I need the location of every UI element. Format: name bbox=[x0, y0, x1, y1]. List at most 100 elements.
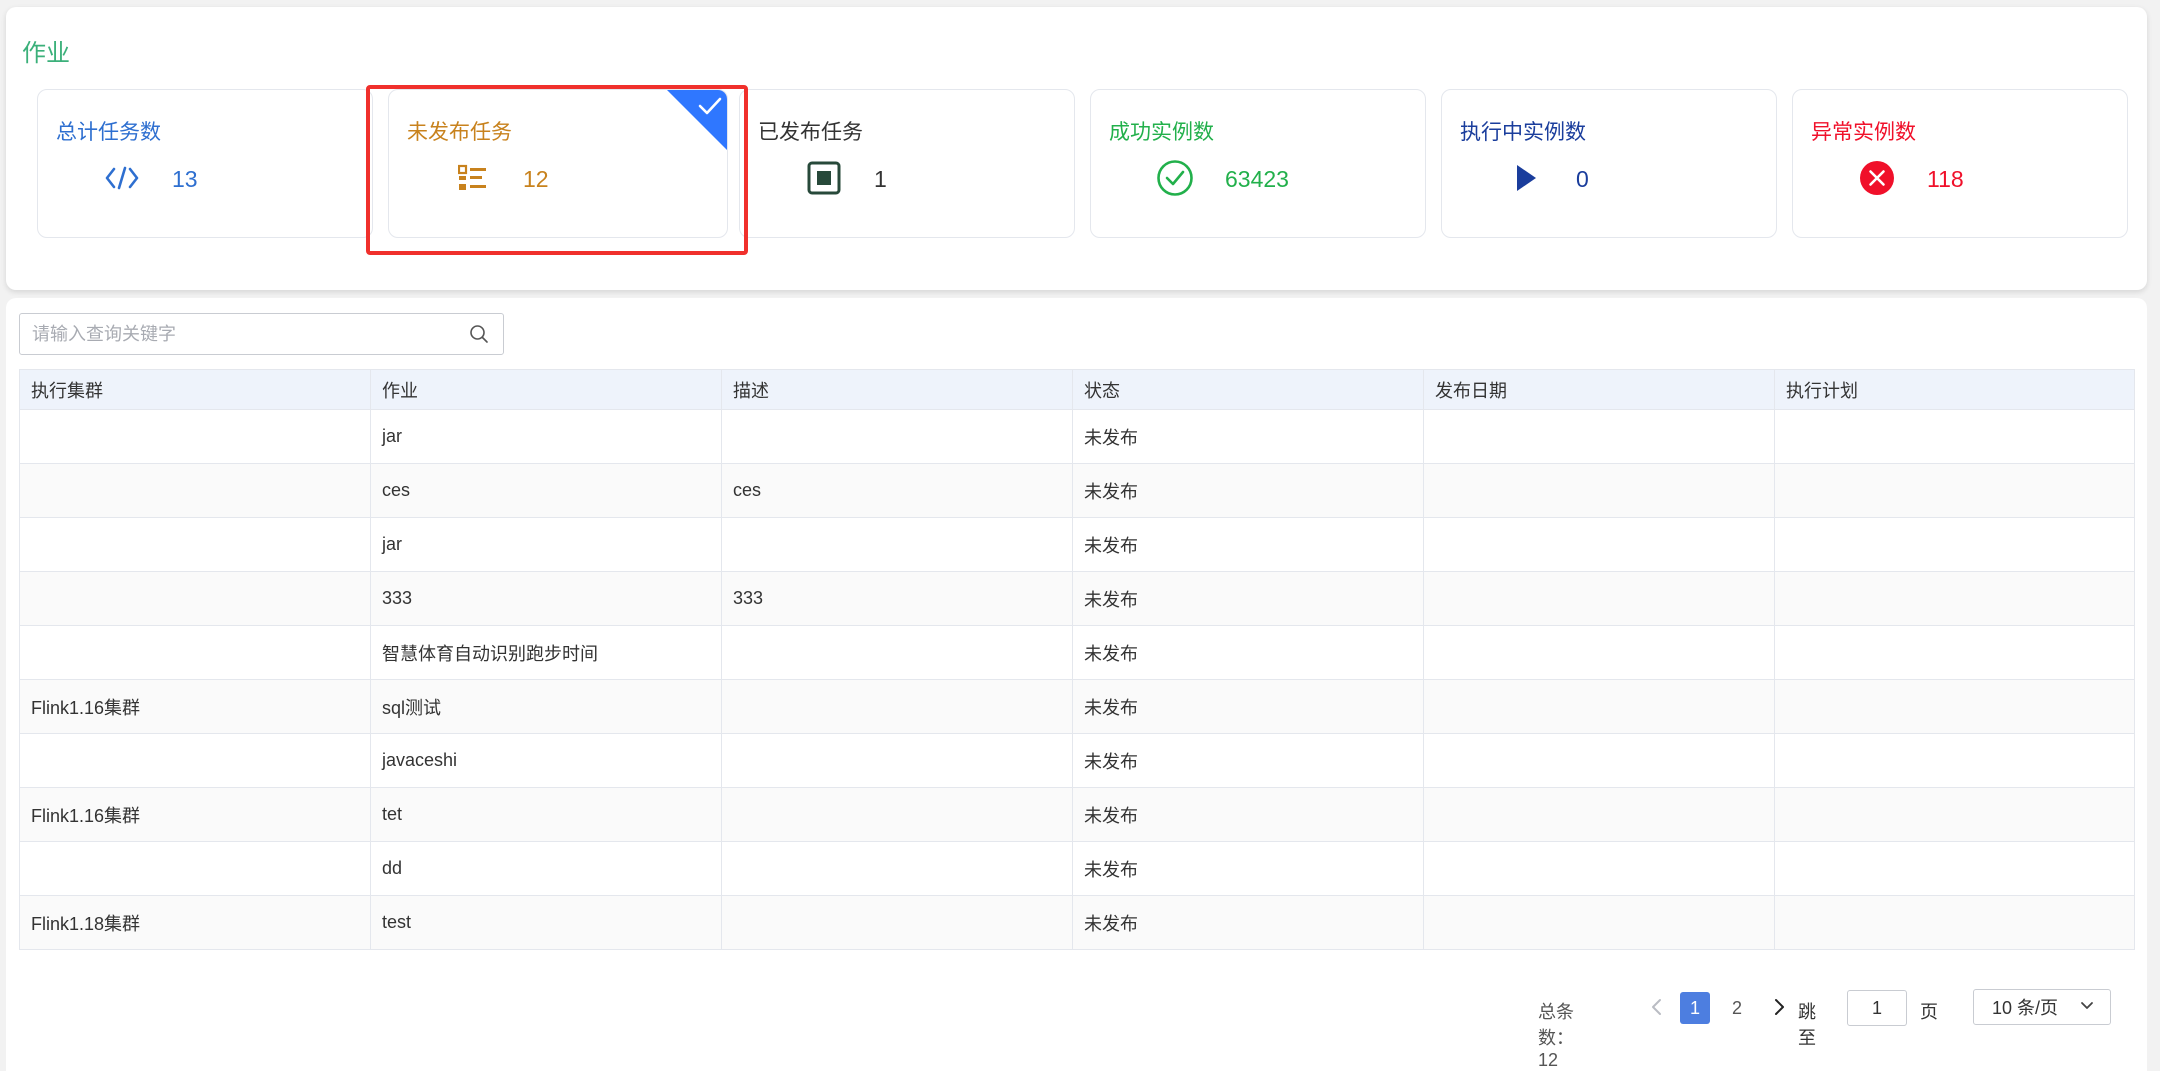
code-icon bbox=[102, 158, 142, 198]
check-icon bbox=[698, 97, 722, 115]
column-header-publish-date[interactable]: 发布日期 bbox=[1423, 369, 1775, 410]
cell-schedule bbox=[1774, 841, 2135, 896]
chevron-right-icon[interactable] bbox=[1768, 996, 1790, 1018]
table-row[interactable]: jar 未发布 bbox=[19, 409, 2135, 464]
cell-publish-date bbox=[1423, 787, 1775, 842]
cell-status-link[interactable]: 未发布 bbox=[1072, 625, 1424, 680]
stat-value: 13 bbox=[172, 166, 198, 192]
cell-cluster bbox=[19, 409, 371, 464]
stat-card-unpublished[interactable]: 未发布任务 12 bbox=[388, 89, 728, 238]
cell-schedule bbox=[1774, 571, 2135, 626]
page-suffix-label: 页 bbox=[1920, 1002, 1938, 1022]
cell-publish-date bbox=[1423, 733, 1775, 788]
total-count: 总条数：12 bbox=[1538, 1002, 1574, 1070]
page-button-2[interactable]: 2 bbox=[1722, 992, 1752, 1024]
cell-description: ces bbox=[721, 463, 1073, 518]
cell-description bbox=[721, 625, 1073, 680]
check-circle-icon bbox=[1155, 158, 1195, 198]
table-header-row: 执行集群 作业 描述 状态 发布日期 执行计划 bbox=[19, 369, 2135, 410]
column-header-status[interactable]: 状态 bbox=[1072, 369, 1424, 410]
stat-card-error[interactable]: 异常实例数 118 bbox=[1792, 89, 2128, 238]
column-header-description[interactable]: 描述 bbox=[721, 369, 1073, 410]
cell-cluster bbox=[19, 571, 371, 626]
table-row[interactable]: Flink1.18集群 test 未发布 bbox=[19, 895, 2135, 950]
table-row[interactable]: Flink1.16集群 sql测试 未发布 bbox=[19, 679, 2135, 734]
cell-status-link[interactable]: 未发布 bbox=[1072, 733, 1424, 788]
column-header-job[interactable]: 作业 bbox=[370, 369, 722, 410]
cell-cluster: Flink1.16集群 bbox=[19, 787, 371, 842]
stat-label: 已发布任务 bbox=[758, 121, 863, 144]
cell-description bbox=[721, 787, 1073, 842]
cell-schedule bbox=[1774, 625, 2135, 680]
cell-job: 智慧体育自动识别跑步时间 bbox=[370, 625, 722, 680]
list-icon bbox=[453, 158, 493, 198]
table-row[interactable]: Flink1.16集群 tet 未发布 bbox=[19, 787, 2135, 842]
search-box[interactable] bbox=[19, 313, 504, 355]
search-input[interactable] bbox=[32, 314, 452, 354]
cell-cluster: Flink1.16集群 bbox=[19, 679, 371, 734]
stat-card-published[interactable]: 已发布任务 1 bbox=[739, 89, 1075, 238]
cell-status-link[interactable]: 未发布 bbox=[1072, 463, 1424, 518]
cell-schedule bbox=[1774, 409, 2135, 464]
cell-publish-date bbox=[1423, 625, 1775, 680]
cell-status-link[interactable]: 未发布 bbox=[1072, 895, 1424, 950]
cell-publish-date bbox=[1423, 841, 1775, 896]
cell-description bbox=[721, 679, 1073, 734]
table-row[interactable]: javaceshi 未发布 bbox=[19, 733, 2135, 788]
chevron-down-icon bbox=[2081, 1002, 2093, 1009]
stat-value: 12 bbox=[523, 166, 549, 192]
table-row[interactable]: jar 未发布 bbox=[19, 517, 2135, 572]
search-icon[interactable] bbox=[469, 324, 489, 344]
cell-cluster bbox=[19, 625, 371, 680]
cell-description: 333 bbox=[721, 571, 1073, 626]
goto-page-input[interactable] bbox=[1847, 990, 1907, 1026]
stat-label: 总计任务数 bbox=[56, 121, 161, 144]
table-row[interactable]: 智慧体育自动识别跑步时间 未发布 bbox=[19, 625, 2135, 680]
cell-publish-date bbox=[1423, 571, 1775, 626]
stat-card-success[interactable]: 成功实例数 63423 bbox=[1090, 89, 1426, 238]
column-header-schedule[interactable]: 执行计划 bbox=[1774, 369, 2135, 410]
table-row[interactable]: dd 未发布 bbox=[19, 841, 2135, 896]
stat-value: 118 bbox=[1927, 166, 1964, 192]
cell-description bbox=[721, 733, 1073, 788]
cell-cluster bbox=[19, 463, 371, 518]
stat-value: 0 bbox=[1576, 166, 1589, 192]
stop-square-icon bbox=[804, 158, 844, 198]
column-header-cluster[interactable]: 执行集群 bbox=[19, 369, 371, 410]
cell-job: dd bbox=[370, 841, 722, 896]
cell-job: sql测试 bbox=[370, 679, 722, 734]
stat-card-total[interactable]: 总计任务数 13 bbox=[37, 89, 373, 238]
table-row[interactable]: ces ces 未发布 bbox=[19, 463, 2135, 518]
cell-schedule bbox=[1774, 517, 2135, 572]
cell-status-link[interactable]: 未发布 bbox=[1072, 841, 1424, 896]
page-size-value: 10 条/页 bbox=[1992, 998, 2059, 1018]
cell-job: jar bbox=[370, 409, 722, 464]
stat-value: 63423 bbox=[1225, 166, 1289, 192]
stat-label: 成功实例数 bbox=[1109, 121, 1214, 144]
job-list-panel: 执行集群 作业 描述 状态 发布日期 执行计划 jar未发布 cesces未发布… bbox=[6, 298, 2147, 1071]
stat-label: 执行中实例数 bbox=[1460, 121, 1586, 144]
cell-publish-date bbox=[1423, 409, 1775, 464]
table-row[interactable]: 333 333 未发布 bbox=[19, 571, 2135, 626]
stat-card-running[interactable]: 执行中实例数 0 bbox=[1441, 89, 1777, 238]
cell-publish-date bbox=[1423, 517, 1775, 572]
error-circle-icon bbox=[1857, 158, 1897, 198]
cell-status-link[interactable]: 未发布 bbox=[1072, 409, 1424, 464]
cell-cluster: Flink1.18集群 bbox=[19, 895, 371, 950]
chevron-left-icon[interactable] bbox=[1646, 996, 1668, 1018]
stat-value: 1 bbox=[874, 166, 887, 192]
cell-status-link[interactable]: 未发布 bbox=[1072, 571, 1424, 626]
job-table: 执行集群 作业 描述 状态 发布日期 执行计划 jar 未发布 ces ces 未发布… bbox=[19, 369, 2135, 950]
cell-schedule bbox=[1774, 463, 2135, 518]
cell-job: test bbox=[370, 895, 722, 950]
page-size-select[interactable]: 10 条/页 bbox=[1973, 989, 2111, 1025]
page-button-1[interactable]: 1 bbox=[1680, 992, 1710, 1024]
cell-cluster bbox=[19, 841, 371, 896]
cell-schedule bbox=[1774, 733, 2135, 788]
cell-status-link[interactable]: 未发布 bbox=[1072, 517, 1424, 572]
cell-status-link[interactable]: 未发布 bbox=[1072, 679, 1424, 734]
cell-description bbox=[721, 517, 1073, 572]
cell-description bbox=[721, 409, 1073, 464]
cell-status-link[interactable]: 未发布 bbox=[1072, 787, 1424, 842]
cell-job: ces bbox=[370, 463, 722, 518]
